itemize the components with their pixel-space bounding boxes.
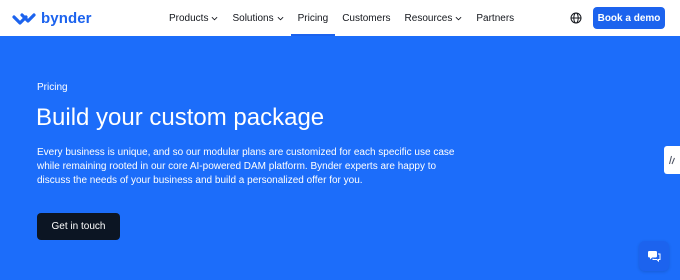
- chat-button[interactable]: [639, 241, 669, 271]
- hero-description-line: Every business is unique, and so our mod…: [37, 147, 455, 158]
- nav-item-partners[interactable]: Partners: [469, 0, 521, 36]
- brand-logo[interactable]: bynder: [12, 10, 92, 28]
- feedback-icon: [669, 155, 675, 165]
- nav-item-label: Products: [169, 12, 209, 24]
- nav-item-label: Partners: [476, 12, 515, 24]
- hero-description-line: while remaining rooted in our core AI-po…: [37, 161, 437, 172]
- hero-description-line: discuss the needs of your business and b…: [37, 175, 363, 186]
- nav-item-label: Customers: [342, 12, 391, 24]
- hero-eyebrow: Pricing: [37, 82, 68, 93]
- bynder-logo-icon: [12, 13, 36, 25]
- get-in-touch-button[interactable]: Get in touch: [37, 213, 120, 240]
- nav-item-customers[interactable]: Customers: [335, 0, 397, 36]
- top-navigation: bynder Products Solutions Pricing Custom…: [0, 0, 680, 36]
- nav-item-pricing[interactable]: Pricing: [290, 0, 336, 36]
- chevron-down-icon: [455, 16, 462, 20]
- page-title: Build your custom package: [36, 104, 325, 131]
- book-demo-button[interactable]: Book a demo: [593, 7, 665, 29]
- globe-icon[interactable]: [570, 12, 582, 24]
- nav-item-label: Solutions: [232, 12, 274, 24]
- nav-item-label: Resources: [404, 12, 453, 24]
- feedback-tab[interactable]: [664, 146, 680, 174]
- chat-icon: [648, 251, 661, 263]
- nav-item-solutions[interactable]: Solutions: [225, 0, 290, 36]
- brand-name: bynder: [41, 10, 92, 27]
- hero-description: Every business is unique, and so our mod…: [37, 146, 497, 188]
- chevron-down-icon: [277, 16, 284, 20]
- nav-item-label: Pricing: [297, 12, 329, 24]
- nav-item-resources[interactable]: Resources: [398, 0, 470, 36]
- main-menu: Products Solutions Pricing Customers Res…: [162, 0, 521, 36]
- nav-item-products[interactable]: Products: [162, 0, 225, 36]
- chevron-down-icon: [212, 16, 218, 20]
- hero-section: Pricing Build your custom package Every …: [0, 36, 680, 280]
